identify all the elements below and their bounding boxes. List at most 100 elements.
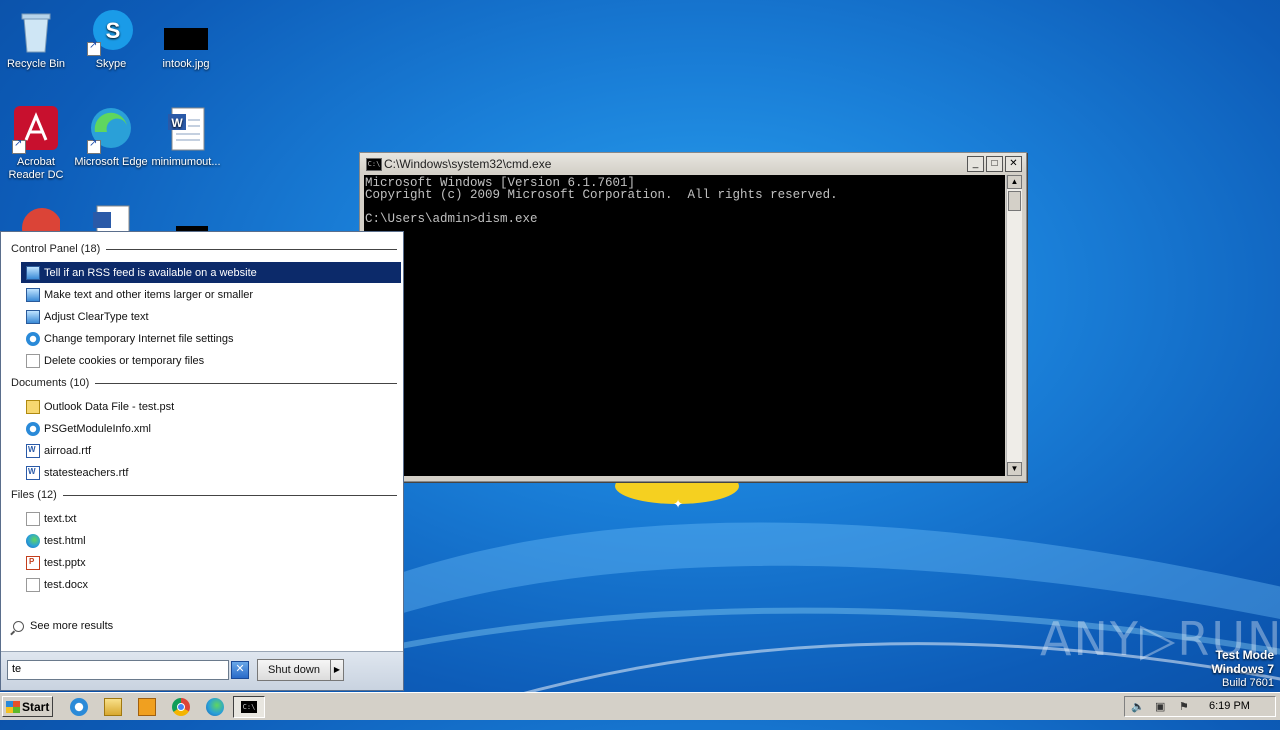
document-icon xyxy=(26,353,40,368)
test-mode-notice: Test Mode Windows 7 Build 7601 xyxy=(1211,648,1274,690)
internet-explorer-icon[interactable] xyxy=(70,698,88,716)
desktop-icon-partial-word[interactable] xyxy=(73,204,149,231)
result-label: Delete cookies or temporary files xyxy=(44,354,205,367)
action-center-flag-icon[interactable]: ⚑ xyxy=(1179,701,1191,713)
desktop-icon-minimumout[interactable]: W minimumout... xyxy=(148,106,224,169)
section-divider xyxy=(62,494,397,496)
desktop-icon-label: Acrobat Reader DC xyxy=(8,156,64,181)
word-doc-icon xyxy=(26,443,40,458)
see-more-label: See more results xyxy=(30,620,114,632)
start-menu-bottom-bar: te ✕ Shut down ▶ xyxy=(1,651,403,690)
desktop-icon-label: minimumout... xyxy=(151,156,221,168)
section-header-label: Control Panel (18) xyxy=(11,243,101,255)
result-label: Tell if an RSS feed is available on a we… xyxy=(44,266,257,279)
search-result-temp-internet-files[interactable]: Change temporary Internet file settings xyxy=(21,328,401,349)
desktop-icon-recycle-bin[interactable]: Recycle Bin xyxy=(0,8,74,71)
minimize-button[interactable]: _ xyxy=(967,156,984,172)
shutdown-button[interactable]: Shut down xyxy=(257,659,331,681)
result-label: Outlook Data File - test.pst xyxy=(44,400,175,413)
scroll-down-arrow-icon[interactable]: ▼ xyxy=(1007,462,1022,476)
vertical-scrollbar[interactable]: ▲ ▼ xyxy=(1006,175,1022,476)
desktop-icon-label: Microsoft Edge xyxy=(74,156,148,168)
cmd-icon: C:\ xyxy=(366,158,382,171)
search-result-rss-feed[interactable]: Tell if an RSS feed is available on a we… xyxy=(21,262,401,283)
cmd-titlebar[interactable]: C:\ C:\Windows\system32\cmd.exe _ □ ✕ xyxy=(360,153,1026,173)
section-divider xyxy=(95,382,397,384)
start-search-input[interactable]: te xyxy=(7,660,229,680)
cmd-window[interactable]: C:\ C:\Windows\system32\cmd.exe _ □ ✕ Mi… xyxy=(359,152,1027,482)
word-doc-icon xyxy=(26,465,40,480)
recycle-bin-icon xyxy=(12,8,60,56)
search-result-statesteachers[interactable]: statesteachers.rtf xyxy=(21,462,401,483)
desktop-icon-intook[interactable]: intook.jpg xyxy=(148,8,224,71)
result-label: statesteachers.rtf xyxy=(44,466,129,479)
cmd-taskbar-button[interactable]: C:\ xyxy=(233,696,265,718)
taskbar: Start C:\ 🔈 ▣ ⚑ 6:19 PM xyxy=(0,692,1280,720)
result-label: Adjust ClearType text xyxy=(44,310,149,323)
os-name-label: Windows 7 xyxy=(1211,662,1274,676)
search-result-airroad[interactable]: airroad.rtf xyxy=(21,440,401,461)
search-result-text-size[interactable]: Make text and other items larger or smal… xyxy=(21,284,401,305)
wallpaper-sunflower: ✦ xyxy=(615,478,739,508)
result-label: test.html xyxy=(44,534,86,547)
shortcut-arrow-icon xyxy=(12,138,26,154)
start-button[interactable]: Start xyxy=(2,696,53,717)
desktop-icon-acrobat[interactable]: Acrobat Reader DC xyxy=(0,106,74,182)
section-header-documents[interactable]: Documents (10) xyxy=(11,377,397,389)
skype-icon: S xyxy=(87,8,135,56)
result-label: test.docx xyxy=(44,578,89,591)
svg-text:W: W xyxy=(171,116,183,130)
speaker-icon[interactable]: 🔈 xyxy=(1131,701,1145,713)
console-output[interactable]: Microsoft Windows [Version 6.1.7601] Copy… xyxy=(364,175,1005,476)
start-label: Start xyxy=(22,699,50,714)
shutdown-options-arrow-icon[interactable]: ▶ xyxy=(331,659,344,681)
chrome-icon[interactable] xyxy=(172,698,190,716)
search-result-test-pptx[interactable]: test.pptx xyxy=(21,552,401,573)
search-result-psgetmoduleinfo[interactable]: PSGetModuleInfo.xml xyxy=(21,418,401,439)
maximize-button[interactable]: □ xyxy=(986,156,1003,172)
desktop-icon-label: Skype xyxy=(95,58,127,70)
search-icon xyxy=(13,620,24,632)
console-prompt: C:\Users\admin>dism.exe xyxy=(365,212,538,226)
outlook-data-icon xyxy=(26,399,40,414)
scroll-up-arrow-icon[interactable]: ▲ xyxy=(1007,175,1022,189)
taskbar-clock[interactable]: 6:19 PM xyxy=(1209,700,1250,712)
result-label: text.txt xyxy=(44,512,77,525)
console-line: Copyright (c) 2009 Microsoft Corporation… xyxy=(365,188,838,202)
edge-icon xyxy=(87,106,135,154)
text-file-icon xyxy=(26,511,40,526)
desktop-icon-partial-chrome[interactable] xyxy=(0,204,74,231)
control-panel-icon xyxy=(26,309,40,324)
network-icon[interactable]: ▣ xyxy=(1155,701,1167,713)
edge-icon xyxy=(26,533,40,548)
file-explorer-icon[interactable] xyxy=(104,698,122,716)
search-result-test-docx[interactable]: test.docx xyxy=(21,574,401,595)
system-tray: 🔈 ▣ ⚑ 6:19 PM xyxy=(1124,696,1276,717)
result-label: airroad.rtf xyxy=(44,444,92,457)
desktop-icon-skype[interactable]: S Skype xyxy=(73,8,149,71)
section-header-files[interactable]: Files (12) xyxy=(11,489,397,501)
acrobat-icon xyxy=(12,106,60,154)
desktop-icon-label: intook.jpg xyxy=(162,58,210,70)
close-button[interactable]: ✕ xyxy=(1005,156,1022,172)
search-result-text-txt[interactable]: text.txt xyxy=(21,508,401,529)
search-result-cleartype[interactable]: Adjust ClearType text xyxy=(21,306,401,327)
scroll-thumb[interactable] xyxy=(1008,191,1021,211)
search-result-test-html[interactable]: test.html xyxy=(21,530,401,551)
clear-search-icon[interactable]: ✕ xyxy=(231,661,249,679)
media-player-icon[interactable] xyxy=(138,698,156,716)
desktop-icon-partial-image[interactable] xyxy=(148,204,224,231)
search-result-outlook-pst[interactable]: Outlook Data File - test.pst xyxy=(21,396,401,417)
chrome-icon xyxy=(12,204,62,231)
build-label: Build 7601 xyxy=(1222,677,1274,689)
see-more-results-link[interactable]: See more results xyxy=(13,620,113,632)
edge-icon[interactable] xyxy=(206,698,224,716)
result-label: Change temporary Internet file settings xyxy=(44,332,234,345)
xml-icon xyxy=(26,421,40,436)
image-file-icon xyxy=(162,8,210,56)
cmd-icon: C:\ xyxy=(241,701,257,713)
section-header-control-panel[interactable]: Control Panel (18) xyxy=(11,243,397,255)
desktop-icon-edge[interactable]: Microsoft Edge xyxy=(73,106,149,169)
search-result-delete-cookies[interactable]: Delete cookies or temporary files xyxy=(21,350,401,371)
section-header-label: Files (12) xyxy=(11,489,57,501)
